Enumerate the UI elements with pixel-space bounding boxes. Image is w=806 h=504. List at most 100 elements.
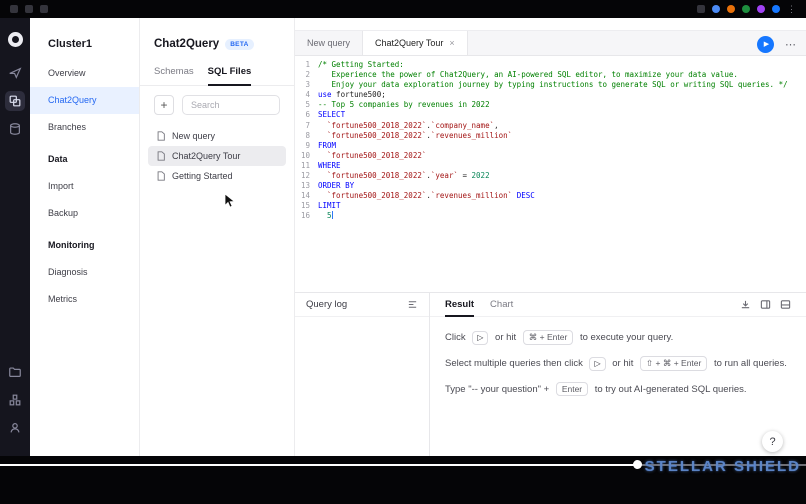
hint-text: to execute your query. (577, 332, 673, 343)
code-text: use fortune500; (318, 90, 386, 100)
hint: Click ▷ or hit ⌘ + Enter to execute your… (445, 330, 791, 345)
code-text: `fortune500_2018_2022`.`company_name`, (318, 121, 499, 131)
account-icon[interactable] (5, 418, 25, 438)
result-header: Result Chart (430, 293, 806, 317)
browser-tab-icon[interactable] (40, 5, 48, 13)
code-text: Experience the power of Chat2Query, an A… (318, 70, 738, 80)
extension-icon[interactable] (712, 5, 720, 13)
profile-avatar[interactable] (772, 5, 780, 13)
text-cursor (332, 211, 334, 219)
editor-tab-label: New query (307, 38, 350, 48)
file-item-new-query[interactable]: New query (148, 126, 286, 146)
query-log-label: Query log (306, 299, 347, 310)
extension-icon[interactable] (727, 5, 735, 13)
editor-tab-chat2query-tour[interactable]: Chat2Query Tour × (363, 31, 468, 55)
result-tabs: Result Chart (445, 293, 513, 316)
help-button[interactable]: ? (762, 431, 783, 452)
code-line: 11WHERE (295, 161, 806, 171)
seek-handle[interactable] (633, 460, 642, 469)
editor-area: New query Chat2Query Tour × ▶ ⋯ 1/* Gettin… (295, 18, 806, 456)
file-item-chat2query-tour[interactable]: Chat2Query Tour (148, 146, 286, 166)
query-log-panel: Query log (295, 293, 430, 456)
line-number: 6 (295, 110, 318, 120)
code-text: /* Getting Started: (318, 60, 404, 70)
code-line: 8 `fortune500_2018_2022`.`revenues_milli… (295, 131, 806, 141)
bottom-panel: Query log Result Chart (295, 292, 806, 456)
code-line: 13ORDER BY (295, 181, 806, 191)
files-panel-title: Chat2Query (154, 38, 219, 50)
kbd-shortcut: ⌘ + Enter (523, 330, 574, 345)
organization-icon[interactable] (5, 390, 25, 410)
line-number: 8 (295, 131, 318, 141)
download-icon[interactable] (740, 299, 751, 310)
line-number: 3 (295, 80, 318, 90)
editor-tab-actions: ▶ ⋯ (757, 31, 796, 57)
code-text: FROM (318, 141, 336, 151)
code-token: use (318, 90, 332, 99)
clusters-icon[interactable] (5, 91, 25, 111)
sql-editor[interactable]: 1/* Getting Started:2 Experience the pow… (295, 56, 806, 292)
file-item-getting-started[interactable]: Getting Started (148, 166, 286, 186)
sidebar-item-branches[interactable]: Branches (30, 114, 139, 141)
code-line: 9FROM (295, 141, 806, 151)
tab-schemas[interactable]: Schemas (154, 66, 194, 86)
browser-menu-icon[interactable]: ⋮ (787, 5, 796, 13)
code-text: Enjoy your data exploration journey by t… (318, 80, 788, 90)
kbd-shortcut: Enter (556, 382, 588, 396)
sidebar-item-overview[interactable]: Overview (30, 60, 139, 87)
browser-tab-icon[interactable] (25, 5, 33, 13)
layout-bottom-icon[interactable] (780, 299, 791, 310)
add-file-button[interactable]: + (154, 95, 174, 115)
sidebar-item-backup[interactable]: Backup (30, 200, 139, 227)
layout-right-icon[interactable] (760, 299, 771, 310)
sidebar-section-data: Data (30, 146, 139, 173)
code-text: WHERE (318, 161, 341, 171)
line-number: 14 (295, 191, 318, 201)
code-token: Enjoy your data exploration journey by t… (318, 80, 788, 89)
sidebar-item-metrics[interactable]: Metrics (30, 286, 139, 313)
code-line: 4use fortune500; (295, 90, 806, 100)
icon-rail (0, 18, 30, 456)
tab-chart[interactable]: Chart (490, 293, 513, 317)
extension-icon[interactable] (742, 5, 750, 13)
sidebar-item-import[interactable]: Import (30, 173, 139, 200)
browser-tab-area (10, 5, 48, 13)
support-folder-icon[interactable] (5, 362, 25, 382)
code-token: DESC (517, 191, 535, 200)
line-number: 5 (295, 100, 318, 110)
product-logo[interactable] (8, 32, 23, 47)
code-line: 3 Enjoy your data exploration journey by… (295, 80, 806, 90)
extension-icon[interactable] (697, 5, 705, 13)
code-token: 2022 (472, 171, 490, 180)
files-panel: Chat2Query BETA SchemasSQL Files + New q… (140, 18, 295, 456)
getting-started-icon[interactable] (5, 63, 25, 83)
sidebar-item-chat2query[interactable]: Chat2Query (30, 87, 139, 114)
search-input[interactable] (182, 95, 280, 115)
editor-tab-label: Chat2Query Tour (375, 38, 443, 48)
code-line: 14 `fortune500_2018_2022`.`revenues_mill… (295, 191, 806, 201)
files-tabs: Schemas SQL Files (140, 62, 294, 86)
query-log-collapse-icon[interactable] (407, 299, 418, 310)
code-token: fortune500; (332, 90, 386, 99)
code-token: FROM (318, 141, 336, 150)
more-options-icon[interactable]: ⋯ (785, 38, 796, 51)
run-query-icon: ▷ (589, 357, 605, 371)
code-text: 5 (318, 211, 333, 221)
cluster-nav: OverviewChat2QueryBranches DataImportBack… (30, 60, 139, 313)
run-query-icon: ▷ (472, 331, 488, 345)
close-icon[interactable]: × (449, 38, 454, 48)
browser-tab-icon[interactable] (10, 5, 18, 13)
tab-result[interactable]: Result (445, 293, 474, 317)
extension-icon[interactable] (757, 5, 765, 13)
editor-tab-new-query[interactable]: New query (295, 31, 363, 55)
code-token (318, 151, 327, 160)
code-text: ORDER BY (318, 181, 354, 191)
code-line: 6SELECT (295, 110, 806, 120)
database-icon[interactable] (5, 119, 25, 139)
sidebar-item-diagnosis[interactable]: Diagnosis (30, 259, 139, 286)
code-text: -- Top 5 companies by revenues in 2022 (318, 100, 490, 110)
run-query-button[interactable]: ▶ (757, 36, 774, 53)
code-token: SELECT (318, 110, 345, 119)
tab-sql-files[interactable]: SQL Files (208, 66, 252, 86)
hint: Type "-- your question" + Enter to try o… (445, 382, 791, 396)
